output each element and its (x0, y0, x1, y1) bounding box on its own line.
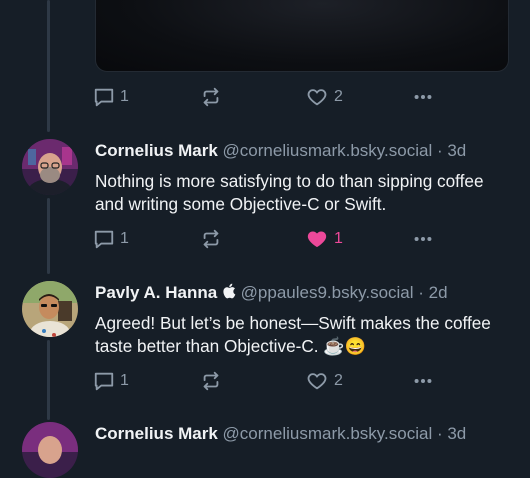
repost-button[interactable] (199, 227, 223, 251)
like-button[interactable]: 2 (305, 369, 343, 393)
reply-icon (94, 88, 114, 107)
more-button[interactable] (411, 227, 435, 251)
avatar[interactable] (22, 281, 78, 337)
reply-icon (94, 372, 114, 391)
reply-icon (94, 230, 114, 249)
heart-icon (307, 373, 327, 390)
reply-button[interactable]: 1 (93, 369, 129, 393)
post-header: Cornelius Mark @corneliusmark.bsky.socia… (95, 140, 466, 162)
post-actions: 1 2 (93, 85, 513, 109)
post-text: Nothing is more satisfying to do than si… (95, 171, 484, 214)
thread-line (47, 0, 50, 132)
repost-icon (203, 229, 219, 249)
more-icon (414, 378, 432, 384)
more-icon (414, 94, 432, 100)
reply-count: 1 (120, 230, 129, 247)
reply-button[interactable]: 1 (93, 85, 129, 109)
author-handle[interactable]: @corneliusmark.bsky.social (223, 141, 433, 160)
post-actions: 1 2 (93, 369, 513, 393)
heart-icon (307, 231, 327, 248)
post-time[interactable]: · 2d (418, 283, 447, 302)
like-count: 1 (334, 230, 343, 247)
like-button[interactable]: 2 (305, 85, 343, 109)
more-icon (414, 236, 432, 242)
thread-line (47, 198, 50, 274)
repost-button[interactable] (199, 369, 223, 393)
author-name[interactable]: Pavly A. Hanna (95, 283, 217, 302)
avatar[interactable] (22, 422, 78, 478)
repost-icon (203, 87, 219, 107)
thread-line (47, 340, 50, 420)
more-button[interactable] (411, 85, 435, 109)
post-time[interactable]: · 3d (437, 141, 466, 160)
author-handle[interactable]: @ppaules9.bsky.social (241, 283, 414, 302)
author-name[interactable]: Cornelius Mark (95, 141, 218, 160)
post-header: Pavly A. Hanna @ppaules9.bsky.social · 2… (95, 282, 448, 304)
more-button[interactable] (411, 369, 435, 393)
reply-button[interactable]: 1 (93, 227, 129, 251)
repost-icon (203, 371, 219, 391)
post-media-image[interactable] (95, 0, 509, 72)
post-actions: 1 1 (93, 227, 513, 251)
post-header: Cornelius Mark @corneliusmark.bsky.socia… (95, 423, 466, 445)
reply-count: 1 (120, 88, 129, 105)
like-count: 2 (334, 372, 343, 389)
repost-button[interactable] (199, 85, 223, 109)
heart-icon (307, 89, 327, 106)
reply-count: 1 (120, 372, 129, 389)
like-count: 2 (334, 88, 343, 105)
apple-icon (223, 283, 236, 299)
like-button[interactable]: 1 (305, 227, 343, 251)
avatar[interactable] (22, 139, 78, 195)
post-text: Agreed! But let’s be honest—Swift makes … (95, 313, 491, 356)
